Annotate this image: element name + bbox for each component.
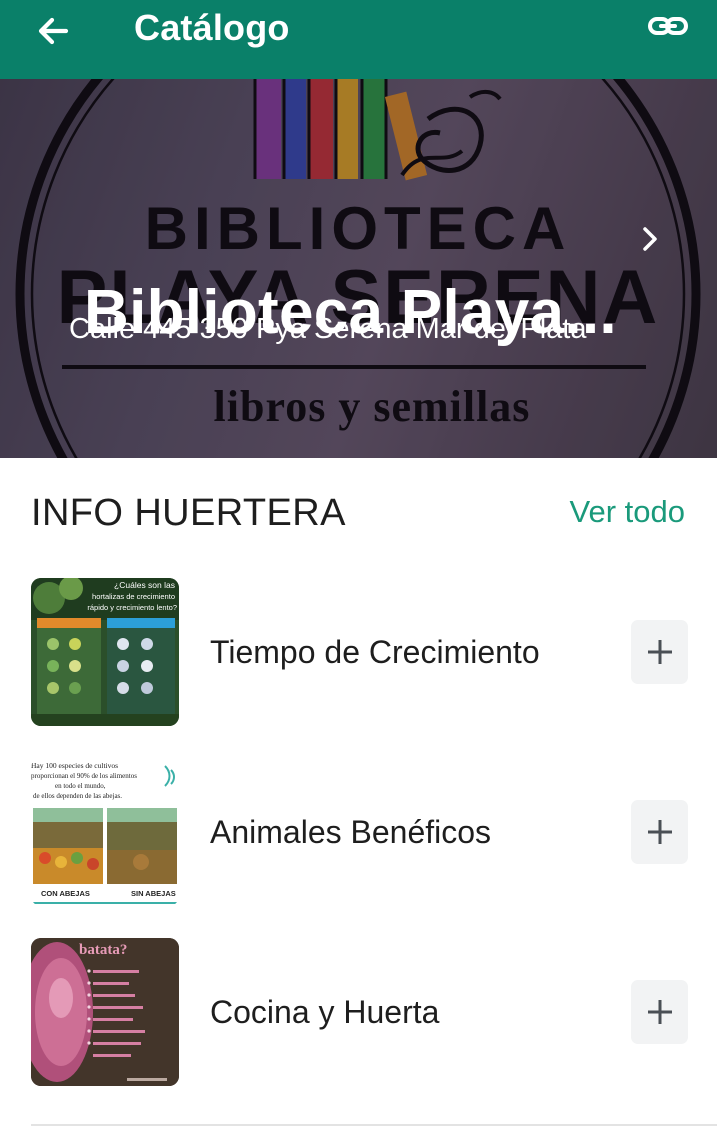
- add-item-button[interactable]: [631, 800, 688, 864]
- section-title: INFO HUERTERA: [31, 492, 346, 534]
- catalog-item[interactable]: Hay 100 especies de cultivos proporciona…: [0, 758, 717, 908]
- thumb-text: de ellos dependen de las abejas.: [33, 792, 122, 800]
- thumb-text: SIN ABEJAS: [131, 889, 176, 898]
- add-item-button[interactable]: [631, 980, 688, 1044]
- item-name: Animales Benéficos: [210, 814, 492, 850]
- item-thumbnail: batata?: [31, 938, 179, 1086]
- cover-overlay: [0, 79, 717, 458]
- plus-icon: [648, 640, 672, 664]
- thumb-text: CON ABEJAS: [41, 889, 90, 898]
- list-divider: [31, 1124, 717, 1126]
- item-name: Cocina y Huerta: [210, 994, 440, 1030]
- app-bar: Catálogo: [0, 0, 717, 79]
- chevron-right-icon[interactable]: [636, 219, 666, 259]
- arrow-left-icon[interactable]: [30, 6, 78, 54]
- catalog-item[interactable]: batata? Cocina y Huerta: [0, 938, 717, 1088]
- item-thumbnail: Hay 100 especies de cultivos proporciona…: [31, 758, 179, 906]
- thumb-text: Hay 100 especies de cultivos: [31, 761, 118, 770]
- thumb-text: rápido y crecimiento lento?: [87, 603, 177, 612]
- view-all-link[interactable]: Ver todo: [570, 494, 685, 530]
- item-name: Tiempo de Crecimiento: [210, 634, 540, 670]
- thumb-text: en todo el mundo,: [55, 782, 106, 790]
- item-thumbnail: ¿Cuáles son las hortalizas de crecimient…: [31, 578, 179, 726]
- plus-icon: [648, 820, 672, 844]
- thumb-text: batata?: [79, 942, 127, 958]
- page-title: Catálogo: [134, 7, 290, 48]
- add-item-button[interactable]: [631, 620, 688, 684]
- link-icon[interactable]: [646, 8, 690, 48]
- thumb-text: hortalizas de crecimiento: [92, 592, 175, 601]
- store-address: Calle 445 350 Pya Serena Mar del Plata: [69, 313, 587, 345]
- store-cover[interactable]: BIBLIOTECA PLAYA SERENA libros y semilla…: [0, 79, 717, 458]
- thumb-text: ¿Cuáles son las: [114, 580, 175, 590]
- plus-icon: [648, 1000, 672, 1024]
- catalog-item[interactable]: ¿Cuáles son las hortalizas de crecimient…: [0, 578, 717, 728]
- thumb-text: proporcionan el 90% de los alimentos: [31, 772, 137, 780]
